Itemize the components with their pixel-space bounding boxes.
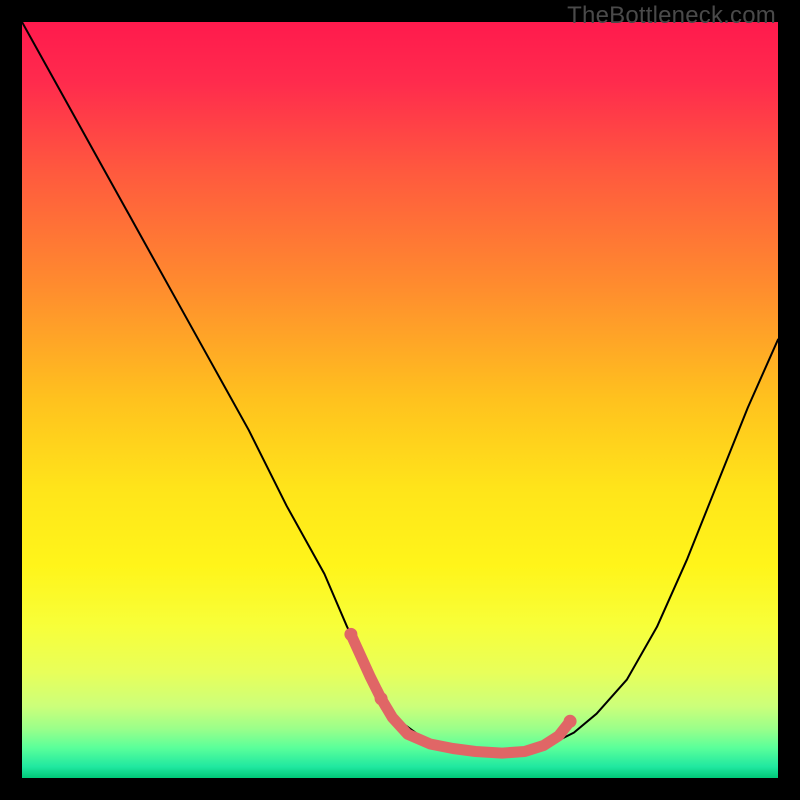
v-curve-right [506, 340, 778, 754]
plot-area [22, 22, 778, 778]
v-curve-left [22, 22, 506, 754]
overlay-dot [375, 692, 388, 705]
chart-stage: TheBottleneck.com [0, 0, 800, 800]
curve-layer [22, 22, 778, 778]
overlay-dot [564, 715, 577, 728]
overlay-endcaps [344, 628, 576, 728]
watermark-label: TheBottleneck.com [567, 2, 776, 30]
overlay-dot [344, 628, 357, 641]
